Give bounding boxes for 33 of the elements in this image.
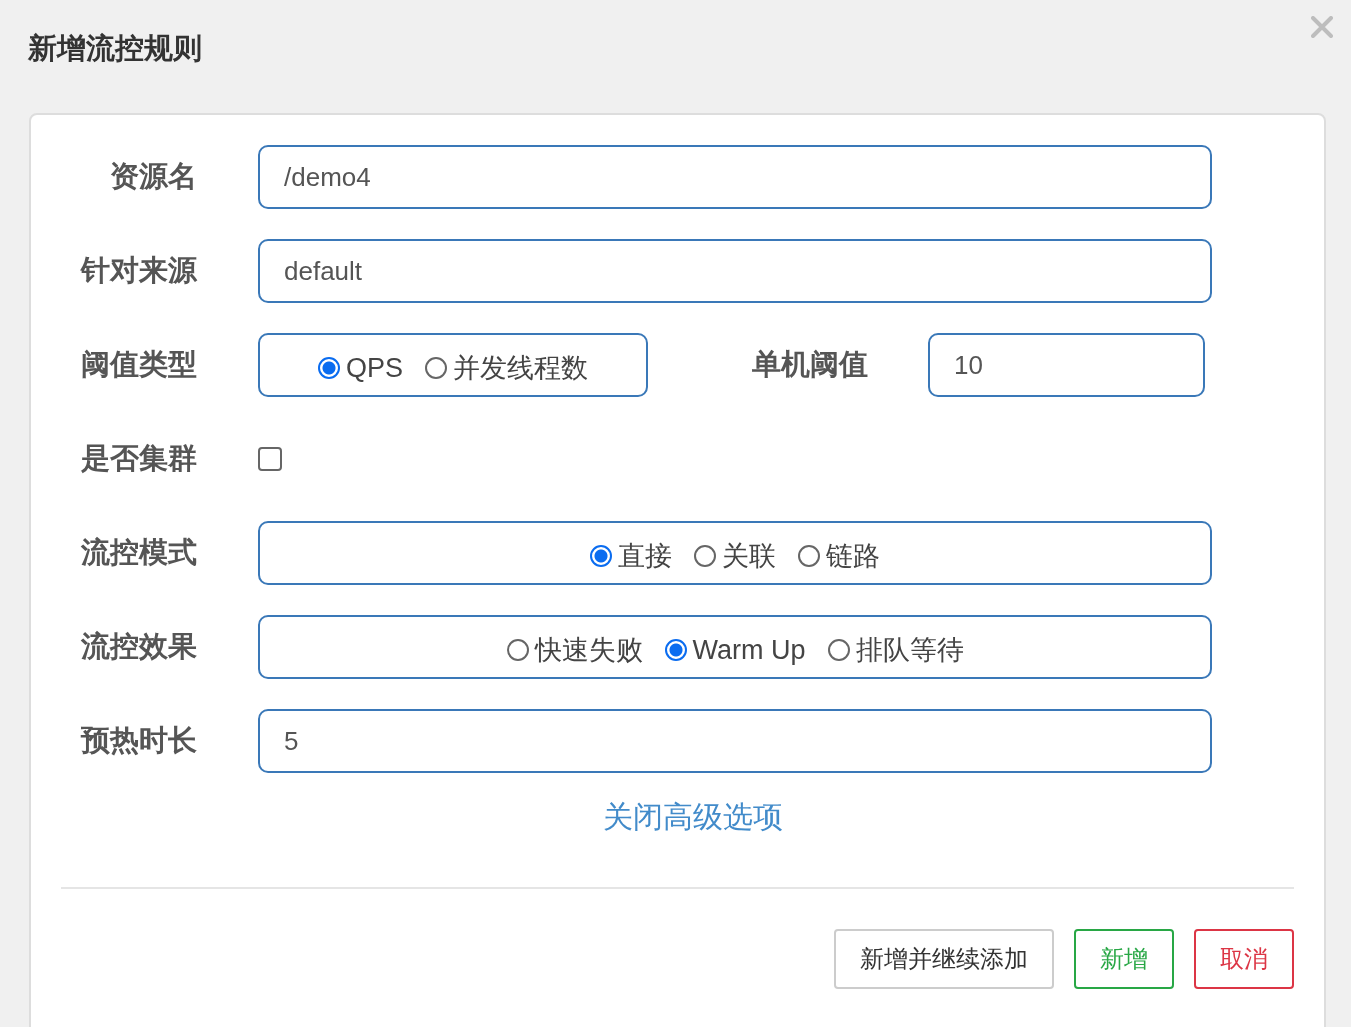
field-label: 流控效果 <box>80 629 197 664</box>
radio-option[interactable]: 排队等待 <box>827 632 964 668</box>
radio-icon[interactable] <box>425 357 447 379</box>
field-label: 预热时长 <box>79 723 197 758</box>
radio-option[interactable]: 链路 <box>798 538 880 574</box>
field-label: 资源名 <box>109 159 197 194</box>
action-button[interactable]: 取消 <box>1194 929 1294 989</box>
radio-option[interactable]: 并发线程数 <box>425 350 588 386</box>
input-field[interactable]: 10 <box>928 333 1205 397</box>
radio-option[interactable]: 直接 <box>590 538 672 574</box>
checkbox[interactable] <box>258 447 282 471</box>
field-label: 阈值类型 <box>80 347 197 382</box>
dialog-title: 新增流控规则 <box>28 31 202 66</box>
input-field[interactable]: 5 <box>258 709 1212 773</box>
radio-option[interactable]: Warm Up <box>664 634 806 666</box>
field-label: 是否集群 <box>80 441 197 476</box>
radio-icon[interactable] <box>664 639 687 661</box>
radio-icon[interactable] <box>506 639 529 661</box>
radio-icon[interactable] <box>590 545 612 567</box>
radio-option[interactable]: 快速失败 <box>506 632 643 668</box>
field-label: 单机阈值 <box>752 347 868 382</box>
field-label: 针对来源 <box>79 253 197 288</box>
field-label: 流控模式 <box>80 535 197 570</box>
radio-icon[interactable] <box>318 357 340 379</box>
radio-icon[interactable] <box>798 545 820 567</box>
action-button[interactable]: 新增并继续添加 <box>834 929 1054 989</box>
radio-option[interactable]: 关联 <box>694 538 776 574</box>
advanced-options-link[interactable]: 关闭高级选项 <box>602 796 783 838</box>
input-field[interactable]: /demo4 <box>258 145 1212 209</box>
radio-icon[interactable] <box>694 545 716 567</box>
radio-option[interactable]: QPS <box>318 352 403 384</box>
input-field[interactable]: default <box>258 239 1212 303</box>
radio-icon[interactable] <box>827 639 850 661</box>
